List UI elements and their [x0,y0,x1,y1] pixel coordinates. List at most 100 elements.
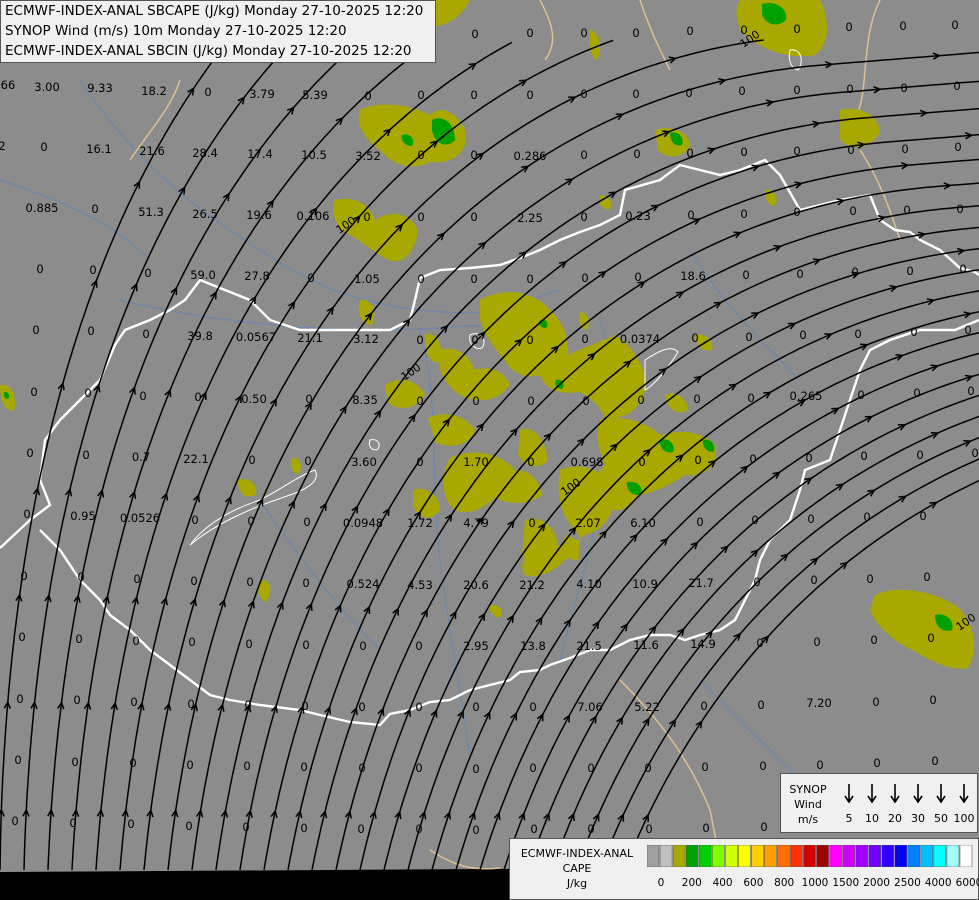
cin-value-label: 0 [417,88,424,102]
cin-value-label: 0 [243,759,250,773]
cape-tick-label: 1500 [832,877,860,889]
cin-value-label: 0.885 [26,201,59,215]
cin-value-label: 0 [903,203,910,217]
cin-value-label: 0 [470,88,477,102]
cin-value-label: 0 [696,515,703,529]
cin-value-label: 21.5 [576,639,602,653]
cape-color-swatch [816,845,829,867]
cin-value-label: 0.286 [514,149,547,163]
cape-color-bar [647,845,973,867]
cin-value-label: 0 [956,202,963,216]
cin-value-label: 0 [923,570,930,584]
header-line-cape: ECMWF-INDEX-ANAL SBCAPE (J/kg) Monday 27… [5,3,424,19]
cin-value-label: 0 [471,27,478,41]
cin-value-label: 3.12 [353,332,379,346]
header-line-cin: ECMWF-INDEX-ANAL SBCIN (J/kg) Monday 27-… [5,43,412,59]
cin-value-label: 0 [796,267,803,281]
cin-value-label: 0 [303,515,310,529]
cin-value-label: 0 [747,391,754,405]
cin-value-label: 13.8 [520,639,546,653]
cin-value-label: 3.00 [34,80,60,94]
cin-value-label: 0 [245,637,252,651]
cin-value-label: 1.70 [463,455,489,469]
cape-color-swatch [933,845,947,867]
cape-color-swatch [659,845,673,867]
cin-value-label: 5.39 [302,88,328,102]
cin-value-label: 0 [32,323,39,337]
cin-value-label: 0 [470,210,477,224]
cin-value-label: 0 [142,327,149,341]
weather-map: 66 3.00 9.33 18.2 0 3.79 5.39 0 0 0 0 0 0 0 0 0 0 0 0 0 0 0 0 0… [0,0,979,900]
cin-value-label: 0 [415,822,422,836]
cin-value-label: 0 [587,822,594,836]
cin-value-label: 0 [472,762,479,776]
cin-value-label: 0 [638,455,645,469]
cin-value-label: 0 [75,632,82,646]
cin-value-label: 0 [700,699,707,713]
cin-value-label: 0 [191,513,198,527]
cape-color-swatch [907,845,921,867]
cin-value-label: 0 [415,639,422,653]
cin-value-label: 2 [0,139,6,153]
cin-value-label: 3.60 [351,455,377,469]
cin-value-label: 10.5 [301,148,327,162]
cin-value-label: 0 [187,697,194,711]
cape-color-swatch [724,845,738,867]
cin-value-label: 0 [190,574,197,588]
cin-value-label: 0 [751,513,758,527]
cin-value-label: 0 [954,140,961,154]
cin-value-label: 0 [582,394,589,408]
wind-speed-label: 20 [888,812,902,825]
cin-value-label: 0 [300,760,307,774]
cape-color-swatch [829,845,842,867]
cin-value-label: 5.22 [634,700,660,714]
cin-value-label: 0 [866,572,873,586]
cin-value-label: 0 [860,449,867,463]
cin-value-label: 0 [845,20,852,34]
cin-value-label: 0 [740,207,747,221]
cin-value-label: 0 [847,143,854,157]
cin-value-label: 0.0526 [120,511,160,525]
cape-color-swatch [737,845,751,867]
cin-value-label: 0 [304,454,311,468]
cin-value-label: 0 [916,448,923,462]
synop-wind-legend: SYNOP Wind m/s 5 10 20 30 50 100 [780,773,978,833]
cin-value-label: 0 [528,516,535,530]
cin-value-label: 0.106 [297,209,330,223]
cin-value-label: 0 [87,324,94,338]
cin-value-label: 0 [302,576,309,590]
cin-value-label: 14.9 [690,637,716,651]
cin-value-label: 0 [687,208,694,222]
cin-value-label: 0 [691,331,698,345]
cin-value-label: 17.4 [247,147,273,161]
cin-value-label: 0 [645,822,652,836]
wind-speed-label: 10 [865,812,879,825]
cin-value-label: 0 [127,817,134,831]
cin-value-label: 21.1 [297,331,323,345]
cin-value-label: 0 [793,144,800,158]
cin-value-label: 0 [364,89,371,103]
cin-value-label: 0 [632,87,639,101]
cin-value-label: 0 [813,635,820,649]
cin-value-label: 7.06 [577,700,603,714]
cin-value-label: 0 [526,88,533,102]
cin-value-label: 7.20 [806,696,832,710]
cin-value-label: 0 [863,510,870,524]
cin-value-label: 0 [799,328,806,342]
cin-value-label: 4.10 [576,577,602,591]
cin-value-label: 0 [132,634,139,648]
cin-value-label: 0 [139,389,146,403]
cape-color-swatch [698,845,712,867]
cape-legend-title-line: ECMWF-INDEX-ANAL [520,847,634,860]
cin-value-label: 0 [20,569,27,583]
wind-speed-label: 100 [954,812,975,825]
cape-legend: ECMWF-INDEX-ANAL CAPE J/kg 0 200 400 600 800… [509,838,979,900]
cin-value-label: 3.52 [355,149,381,163]
cin-value-label: 0 [185,819,192,833]
cape-color-swatch [803,845,816,867]
cin-value-label: 39.8 [187,329,213,343]
cin-value-label: 0 [82,448,89,462]
cin-value-label: 0 [701,760,708,774]
cape-tick-label: 800 [774,877,795,889]
cin-value-label: 6.10 [630,516,656,530]
